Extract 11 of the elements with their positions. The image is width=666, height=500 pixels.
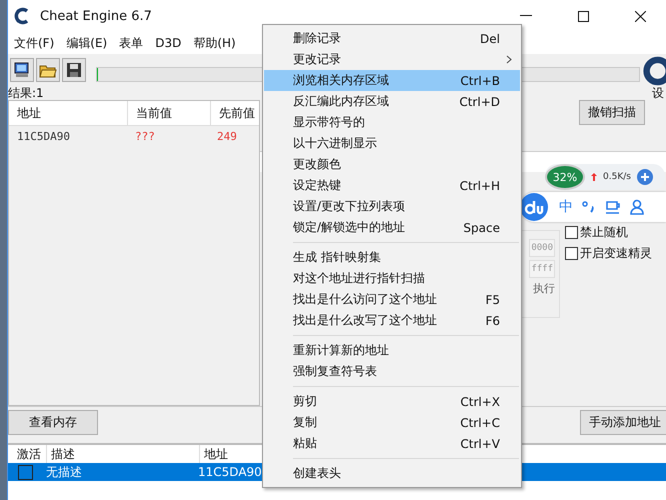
executable-label: 执行 bbox=[533, 281, 555, 296]
network-speed: 0.5K/s bbox=[603, 172, 631, 182]
cpu-gauge: 32% bbox=[545, 164, 585, 190]
checkbox-label: 禁止随机 bbox=[580, 224, 628, 241]
window-title: Cheat Engine 6.7 bbox=[40, 8, 152, 24]
table-cell-text: ??? bbox=[134, 130, 156, 142]
table-cell-text: 249 bbox=[216, 130, 238, 142]
table-cell-text: 11C5DA90 bbox=[16, 130, 71, 142]
results-count: 结果:1 bbox=[8, 84, 44, 102]
checkbox-label: 开启变速精灵 bbox=[580, 245, 652, 262]
table-cell-text: 无描述 bbox=[45, 464, 83, 480]
